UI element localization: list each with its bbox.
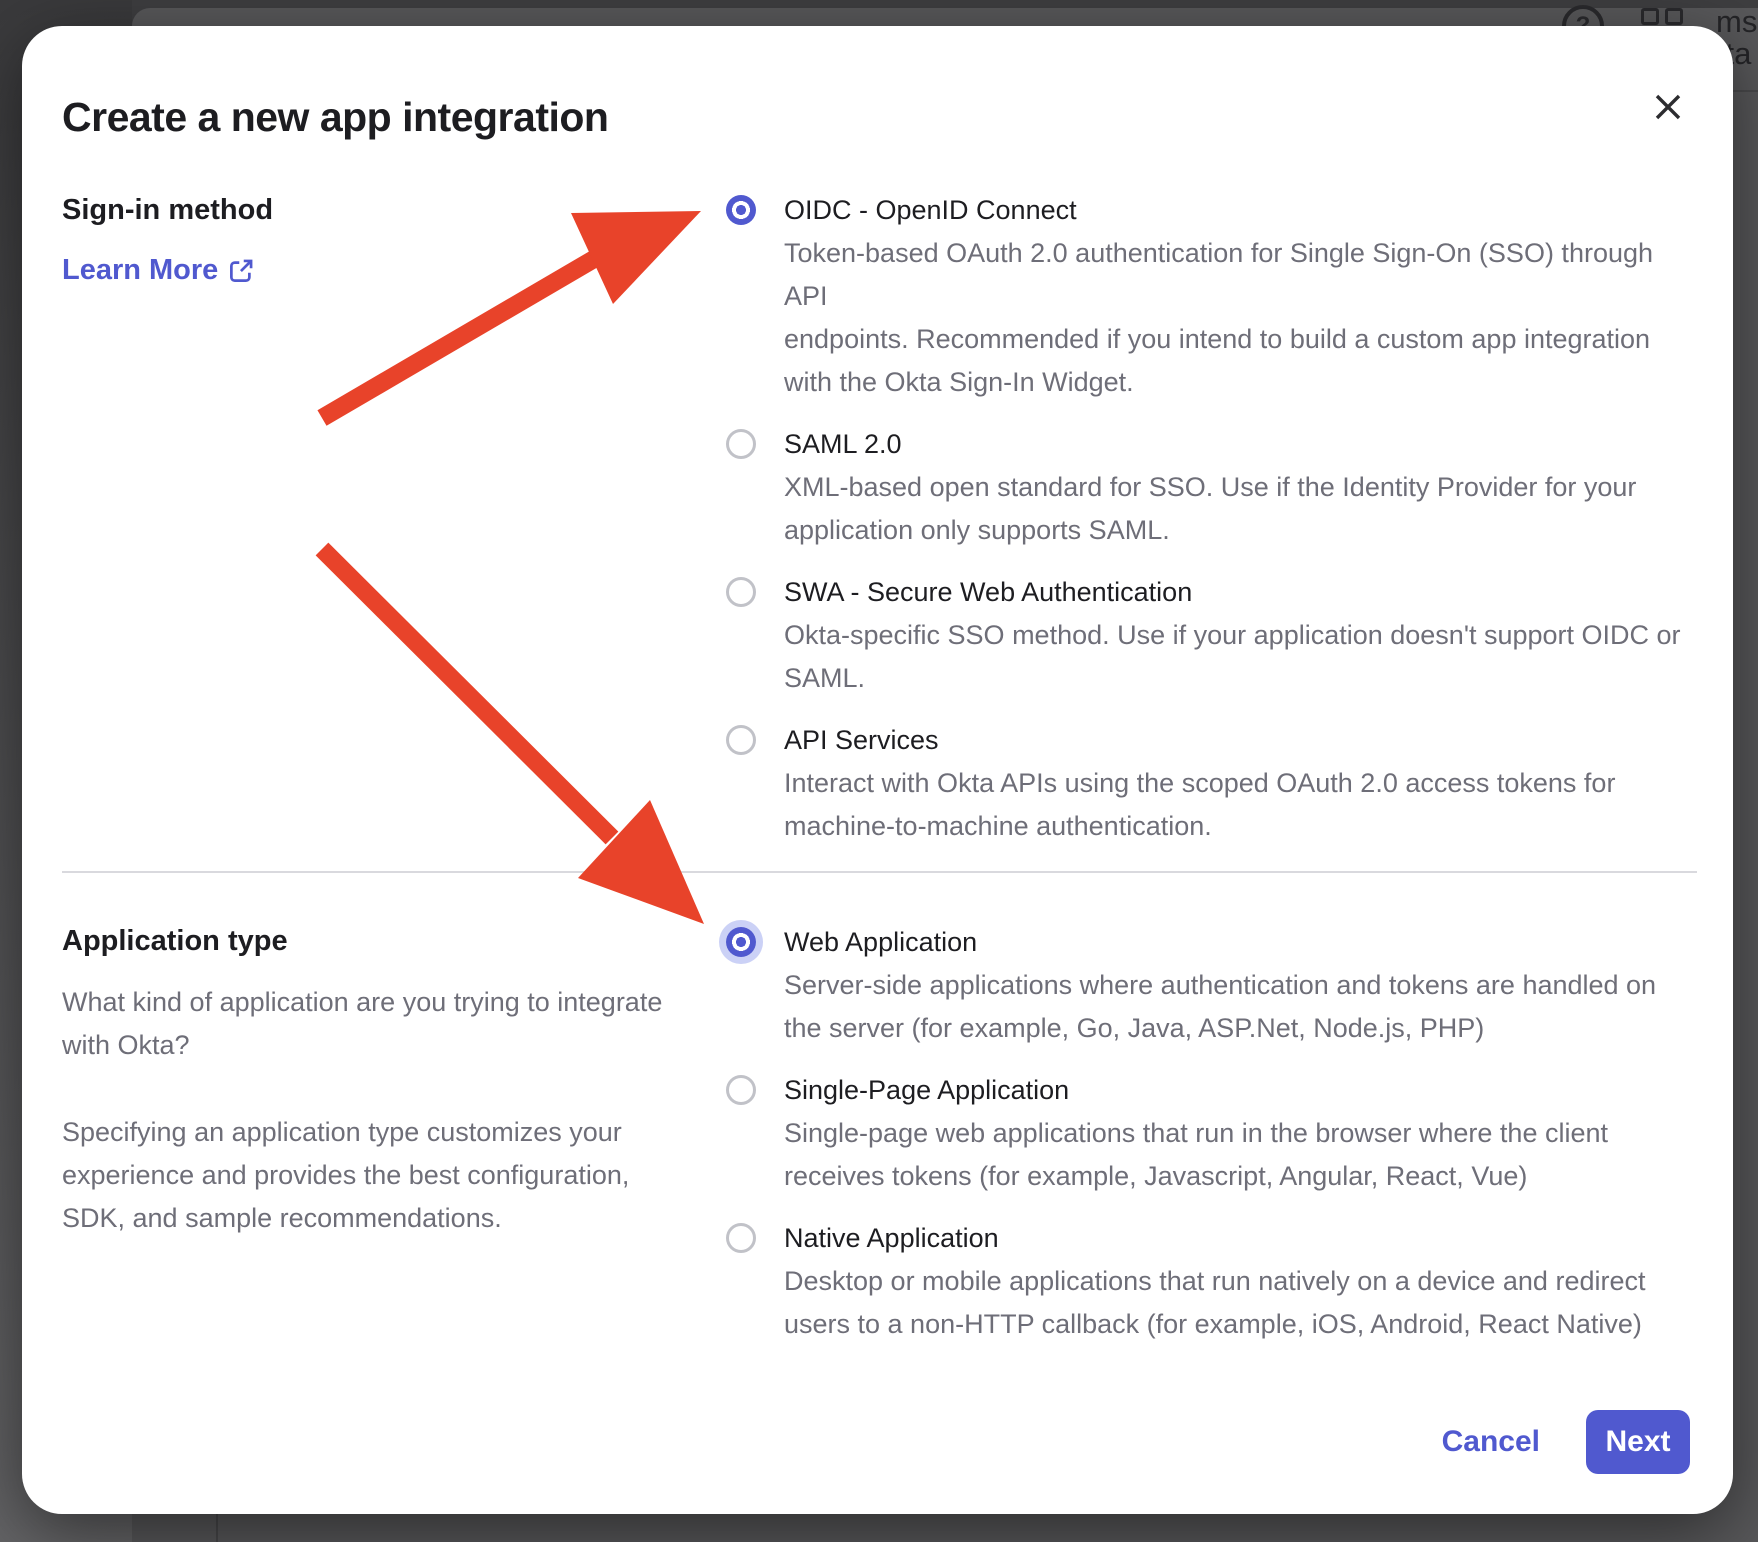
option-single-page-application-label: Single-Page Application	[784, 1069, 1608, 1112]
dialog-title: Create a new app integration	[62, 94, 608, 141]
option-web-application-label: Web Application	[784, 921, 1656, 964]
application-type-note: Specifying an application type customize…	[62, 1111, 702, 1240]
radio-native-application[interactable]	[726, 1223, 756, 1253]
option-saml[interactable]: SAML 2.0 XML-based open standard for SSO…	[726, 423, 1693, 552]
option-web-application-description: Server-side applications where authentic…	[784, 964, 1656, 1050]
dialog-footer: Cancel Next	[1442, 1410, 1690, 1474]
signin-method-heading: Sign-in method	[62, 192, 273, 228]
option-oidc-text: OIDC - OpenID Connect Token-based OAuth …	[784, 189, 1693, 404]
screen: ? msh kta Create a new app integration S…	[0, 0, 1758, 1542]
application-type-heading: Application type	[62, 923, 288, 959]
option-swa-text: SWA - Secure Web Authentication Okta-spe…	[784, 571, 1681, 700]
option-single-page-application-text: Single-Page Application Single-page web …	[784, 1069, 1608, 1198]
option-native-application-label: Native Application	[784, 1217, 1645, 1260]
option-api-services-description: Interact with Okta APIs using the scoped…	[784, 762, 1615, 848]
option-single-page-application[interactable]: Single-Page Application Single-page web …	[726, 1069, 1693, 1198]
option-native-application-description: Desktop or mobile applications that run …	[784, 1260, 1645, 1346]
radio-swa[interactable]	[726, 577, 756, 607]
cancel-button[interactable]: Cancel	[1442, 1425, 1540, 1459]
next-button[interactable]: Next	[1586, 1410, 1690, 1474]
option-oidc[interactable]: OIDC - OpenID Connect Token-based OAuth …	[726, 189, 1693, 404]
option-web-application-text: Web Application Server-side applications…	[784, 921, 1656, 1050]
radio-single-page-application[interactable]	[726, 1075, 756, 1105]
option-saml-text: SAML 2.0 XML-based open standard for SSO…	[784, 423, 1636, 552]
option-web-application[interactable]: Web Application Server-side applications…	[726, 921, 1693, 1050]
option-native-application-text: Native Application Desktop or mobile app…	[784, 1217, 1645, 1346]
option-saml-label: SAML 2.0	[784, 423, 1636, 466]
account-text-line-1: msh	[1716, 4, 1758, 40]
create-app-integration-dialog: Create a new app integration Sign-in met…	[22, 26, 1733, 1514]
section-divider	[62, 871, 1697, 873]
signin-method-options: OIDC - OpenID Connect Token-based OAuth …	[726, 189, 1693, 867]
application-type-question: What kind of application are you trying …	[62, 981, 702, 1067]
option-oidc-label: OIDC - OpenID Connect	[784, 189, 1693, 232]
option-saml-description: XML-based open standard for SSO. Use if …	[784, 466, 1636, 552]
learn-more-link[interactable]: Learn More	[62, 254, 255, 287]
option-single-page-application-description: Single-page web applications that run in…	[784, 1112, 1608, 1198]
radio-api-services[interactable]	[726, 725, 756, 755]
apps-grid-icon	[1641, 8, 1683, 25]
radio-saml[interactable]	[726, 429, 756, 459]
option-api-services-text: API Services Interact with Okta APIs usi…	[784, 719, 1615, 848]
option-api-services-label: API Services	[784, 719, 1615, 762]
close-icon	[1649, 88, 1687, 126]
learn-more-label: Learn More	[62, 254, 218, 287]
option-oidc-description: Token-based OAuth 2.0 authentication for…	[784, 232, 1693, 404]
option-swa-description: Okta-specific SSO method. Use if your ap…	[784, 614, 1681, 700]
radio-web-application[interactable]	[726, 927, 756, 957]
background-panel-divider	[216, 1514, 218, 1542]
external-link-icon	[228, 257, 255, 284]
option-swa-label: SWA - Secure Web Authentication	[784, 571, 1681, 614]
option-native-application[interactable]: Native Application Desktop or mobile app…	[726, 1217, 1693, 1346]
radio-oidc[interactable]	[726, 195, 756, 225]
option-swa[interactable]: SWA - Secure Web Authentication Okta-spe…	[726, 571, 1693, 700]
application-type-options: Web Application Server-side applications…	[726, 921, 1693, 1365]
option-api-services[interactable]: API Services Interact with Okta APIs usi…	[726, 719, 1693, 848]
close-button[interactable]	[1649, 88, 1687, 126]
